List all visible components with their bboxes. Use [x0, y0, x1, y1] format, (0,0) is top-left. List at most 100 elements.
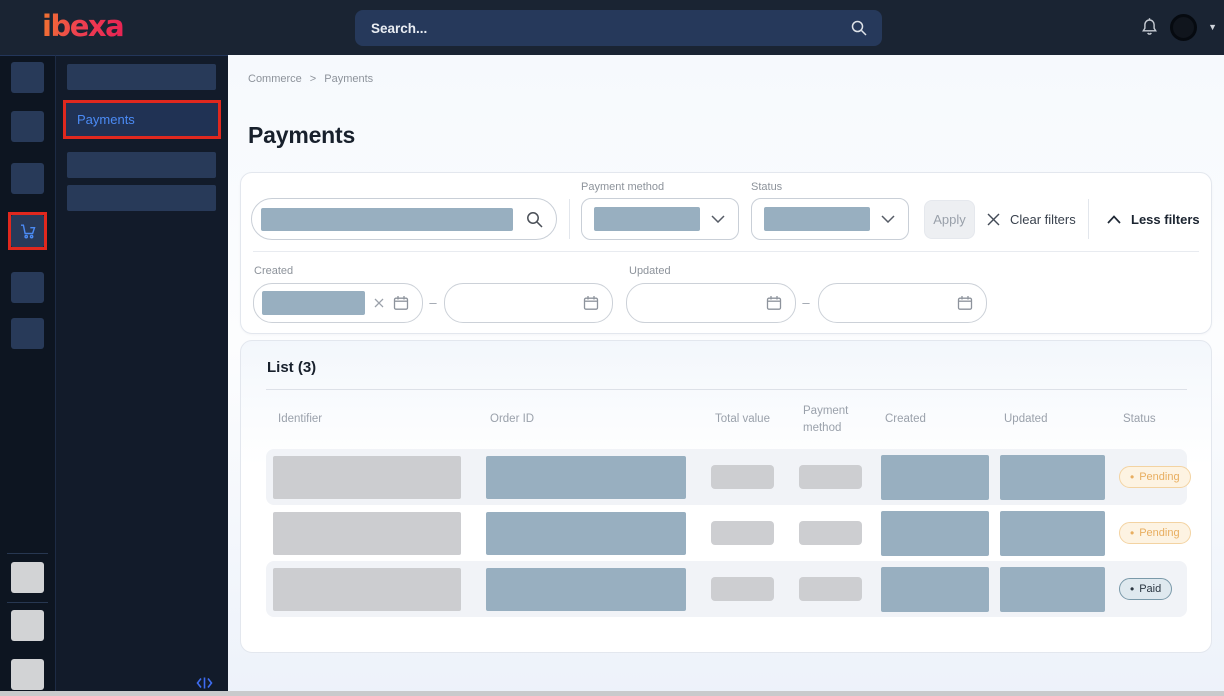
redacted-created	[881, 567, 989, 612]
secondary-sidenav: Payments	[55, 55, 228, 696]
column-total-value: Total value	[711, 411, 799, 428]
cart-icon	[18, 221, 38, 241]
date-range-separator: –	[425, 283, 441, 323]
column-payment-method: Payment method	[799, 403, 881, 436]
redacted-order-id	[486, 568, 686, 611]
main-content: Commerce > Payments Payments Payment met…	[228, 55, 1224, 696]
status-badge: Paid	[1119, 578, 1172, 600]
date-range-separator: –	[798, 283, 814, 323]
collapse-sidebar-icon[interactable]	[196, 676, 213, 690]
table-row[interactable]: Pending	[266, 449, 1187, 505]
search-icon[interactable]	[525, 210, 544, 229]
rail-item-redacted-6[interactable]	[11, 562, 44, 593]
horizontal-scrollbar[interactable]	[0, 691, 1224, 696]
status-select[interactable]	[751, 198, 909, 240]
rail-divider	[7, 553, 48, 554]
redacted-identifier	[273, 512, 461, 555]
ibexa-logo[interactable]: ibexa	[42, 9, 123, 43]
redacted-updated	[1000, 455, 1105, 500]
column-status: Status	[1119, 411, 1187, 428]
chevron-up-icon	[1107, 215, 1121, 224]
filters-row-dates: Created –	[241, 252, 1211, 334]
redacted-payment-method	[799, 521, 862, 545]
search-icon[interactable]	[850, 19, 868, 37]
filter-search-input[interactable]	[251, 198, 557, 240]
sidenav-item-payments-label: Payments	[77, 112, 135, 127]
user-menu-chevron-down-icon[interactable]: ▼	[1208, 23, 1217, 32]
created-to-date-input[interactable]	[444, 283, 613, 323]
redacted-order-id	[486, 512, 686, 555]
notifications-bell-icon[interactable]	[1140, 17, 1159, 38]
rail-item-redacted-4[interactable]	[11, 272, 44, 303]
user-avatar[interactable]	[1170, 14, 1197, 41]
column-created: Created	[881, 411, 1000, 428]
rail-item-redacted-5[interactable]	[11, 318, 44, 349]
rail-item-commerce[interactable]	[11, 215, 44, 247]
less-filters-button[interactable]: Less filters	[1107, 200, 1200, 239]
table-body: Pending Pending	[241, 449, 1211, 617]
global-search[interactable]	[355, 10, 882, 46]
redacted-payment-method	[799, 577, 862, 601]
redacted-updated	[1000, 511, 1105, 556]
sidenav-item-payments[interactable]: Payments	[66, 103, 218, 136]
status-badge: Pending	[1119, 522, 1191, 544]
filter-divider	[1088, 199, 1089, 239]
payment-method-select[interactable]	[581, 198, 739, 240]
page-title: Payments	[248, 122, 355, 149]
calendar-icon[interactable]	[957, 295, 973, 311]
chevron-down-icon	[881, 215, 895, 223]
sidenav-item-redacted-1[interactable]	[67, 64, 216, 90]
highlight-box-commerce	[8, 212, 47, 250]
app-window: ibexa ▼	[0, 0, 1224, 696]
clear-filters-button[interactable]: Clear filters	[986, 200, 1076, 239]
column-identifier: Identifier	[266, 411, 486, 428]
list-title: List (3)	[267, 359, 1211, 376]
redacted-created-from-value	[262, 291, 365, 315]
column-updated: Updated	[1000, 411, 1119, 428]
updated-to-date-input[interactable]	[818, 283, 987, 323]
table-row[interactable]: Pending	[266, 505, 1187, 561]
highlight-box-payments: Payments	[63, 100, 221, 139]
redacted-total-value	[711, 465, 774, 489]
payment-method-label: Payment method	[581, 181, 664, 193]
close-icon	[986, 212, 1001, 227]
rail-item-redacted-2[interactable]	[11, 111, 44, 142]
apply-button[interactable]: Apply	[924, 200, 975, 239]
redacted-payment-method	[799, 465, 862, 489]
redacted-identifier	[273, 456, 461, 499]
redacted-payment-method-value	[594, 207, 700, 231]
sidenav-item-redacted-3[interactable]	[67, 185, 216, 211]
calendar-icon[interactable]	[766, 295, 782, 311]
redacted-updated	[1000, 567, 1105, 612]
redacted-search-value	[261, 208, 513, 231]
clear-date-icon[interactable]	[374, 298, 384, 308]
table-row[interactable]: Paid	[266, 561, 1187, 617]
rail-item-redacted-1[interactable]	[11, 62, 44, 93]
created-from-date-input[interactable]	[253, 283, 423, 323]
rail-item-redacted-8[interactable]	[11, 659, 44, 690]
calendar-icon[interactable]	[393, 295, 409, 311]
filters-row-primary: Payment method Status	[241, 173, 1211, 251]
status-label: Status	[751, 181, 782, 193]
column-order-id: Order ID	[486, 411, 711, 428]
payments-list-panel: List (3) Identifier Order ID Total value…	[240, 340, 1212, 653]
icon-rail	[0, 55, 55, 696]
filters-panel: Payment method Status	[240, 172, 1212, 334]
less-filters-label: Less filters	[1131, 212, 1200, 227]
breadcrumb-payments: Payments	[324, 73, 373, 85]
sidenav-item-redacted-2[interactable]	[67, 152, 216, 178]
global-search-input[interactable]	[369, 20, 850, 37]
redacted-created	[881, 511, 989, 556]
topbar: ibexa ▼	[0, 0, 1224, 55]
status-badge: Pending	[1119, 466, 1191, 488]
rail-item-redacted-7[interactable]	[11, 610, 44, 641]
rail-item-redacted-3[interactable]	[11, 163, 44, 194]
redacted-total-value	[711, 577, 774, 601]
breadcrumb-commerce[interactable]: Commerce	[248, 73, 302, 85]
chevron-down-icon	[711, 215, 725, 223]
calendar-icon[interactable]	[583, 295, 599, 311]
redacted-identifier	[273, 568, 461, 611]
breadcrumb: Commerce > Payments	[248, 73, 373, 85]
topbar-actions: ▼	[1140, 0, 1217, 55]
updated-from-date-input[interactable]	[626, 283, 796, 323]
